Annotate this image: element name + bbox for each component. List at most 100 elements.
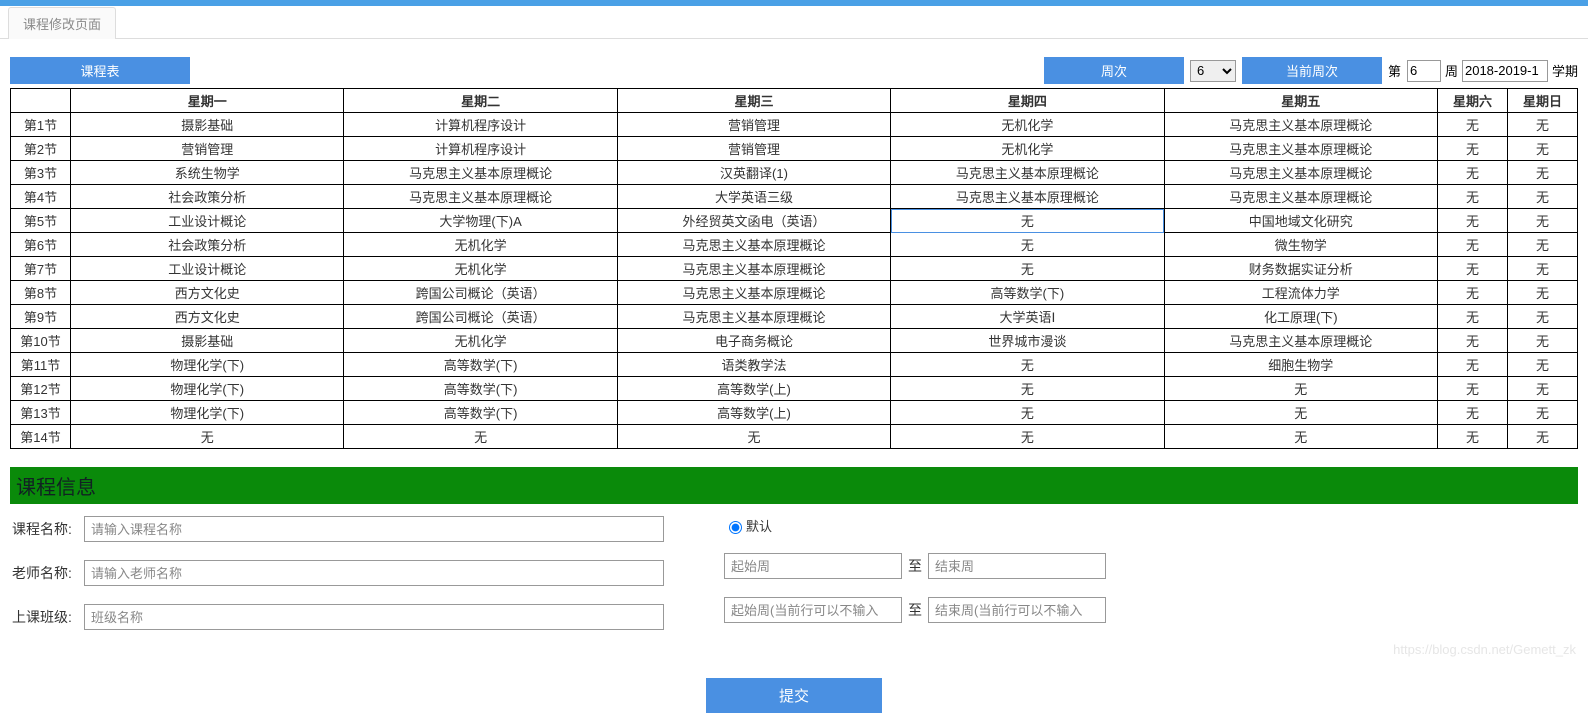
schedule-cell[interactable]: 无	[1438, 137, 1508, 161]
schedule-cell[interactable]: 马克思主义基本原理概论	[617, 233, 890, 257]
submit-button[interactable]: 提交	[706, 678, 882, 713]
schedule-cell[interactable]: 无	[1508, 401, 1578, 425]
schedule-cell[interactable]: 跨国公司概论（英语）	[344, 305, 617, 329]
schedule-cell[interactable]: 摄影基础	[71, 329, 344, 353]
semester-input[interactable]	[1462, 60, 1548, 82]
schedule-cell[interactable]: 无	[1438, 257, 1508, 281]
class-name-input[interactable]	[84, 604, 664, 630]
default-radio[interactable]	[729, 521, 742, 534]
schedule-cell[interactable]: 马克思主义基本原理概论	[1164, 329, 1437, 353]
schedule-cell[interactable]: 无	[1508, 137, 1578, 161]
schedule-cell[interactable]: 跨国公司概论（英语）	[344, 281, 617, 305]
teacher-name-input[interactable]	[84, 560, 664, 586]
schedule-cell[interactable]: 无	[891, 257, 1164, 281]
schedule-cell[interactable]: 高等数学(上)	[617, 401, 890, 425]
schedule-cell[interactable]: 摄影基础	[71, 113, 344, 137]
schedule-cell[interactable]: 汉英翻译(1)	[617, 161, 890, 185]
schedule-cell[interactable]: 无	[1508, 329, 1578, 353]
current-week-input[interactable]	[1407, 60, 1441, 82]
schedule-cell[interactable]: 语类教学法	[617, 353, 890, 377]
schedule-cell[interactable]: 中国地域文化研究	[1164, 209, 1437, 233]
schedule-cell[interactable]: 马克思主义基本原理概论	[617, 281, 890, 305]
schedule-cell[interactable]: 无	[1438, 233, 1508, 257]
schedule-cell[interactable]: 无	[1438, 305, 1508, 329]
schedule-cell[interactable]: 社会政策分析	[71, 185, 344, 209]
schedule-cell[interactable]: 无	[1164, 425, 1437, 449]
schedule-cell[interactable]: 无机化学	[344, 233, 617, 257]
schedule-cell[interactable]: 系统生物学	[71, 161, 344, 185]
schedule-cell[interactable]: 马克思主义基本原理概论	[1164, 137, 1437, 161]
schedule-cell[interactable]: 大学英语三级	[617, 185, 890, 209]
schedule-cell[interactable]: 无	[1508, 209, 1578, 233]
schedule-cell[interactable]: 世界城市漫谈	[891, 329, 1164, 353]
schedule-cell[interactable]: 营销管理	[617, 137, 890, 161]
schedule-cell[interactable]: 营销管理	[617, 113, 890, 137]
schedule-cell[interactable]: 工业设计概论	[71, 257, 344, 281]
schedule-cell[interactable]: 物理化学(下)	[71, 377, 344, 401]
course-name-input[interactable]	[84, 516, 664, 542]
schedule-cell[interactable]: 马克思主义基本原理概论	[891, 185, 1164, 209]
schedule-cell[interactable]: 无	[1508, 257, 1578, 281]
schedule-cell[interactable]: 无	[1508, 305, 1578, 329]
schedule-cell[interactable]: 高等数学(下)	[344, 401, 617, 425]
schedule-cell[interactable]: 无	[1164, 401, 1437, 425]
schedule-cell[interactable]: 无机化学	[344, 329, 617, 353]
schedule-cell[interactable]: 工程流体力学	[1164, 281, 1437, 305]
schedule-cell[interactable]: 马克思主义基本原理概论	[1164, 161, 1437, 185]
schedule-cell[interactable]: 无	[1438, 329, 1508, 353]
schedule-cell[interactable]: 无	[71, 425, 344, 449]
week-button[interactable]: 周次	[1044, 57, 1184, 84]
schedule-cell[interactable]: 计算机程序设计	[344, 113, 617, 137]
schedule-cell[interactable]: 无	[1438, 401, 1508, 425]
schedule-cell[interactable]: 无	[891, 377, 1164, 401]
timetable-button[interactable]: 课程表	[10, 57, 190, 84]
schedule-cell[interactable]: 细胞生物学	[1164, 353, 1437, 377]
schedule-cell[interactable]: 马克思主义基本原理概论	[891, 161, 1164, 185]
schedule-cell[interactable]: 高等数学(下)	[891, 281, 1164, 305]
schedule-cell[interactable]: 马克思主义基本原理概论	[617, 257, 890, 281]
schedule-cell[interactable]: 无	[344, 425, 617, 449]
current-week-button[interactable]: 当前周次	[1242, 57, 1382, 84]
schedule-cell[interactable]: 无	[1438, 377, 1508, 401]
schedule-cell[interactable]: 无	[1438, 209, 1508, 233]
schedule-cell[interactable]: 马克思主义基本原理概论	[344, 161, 617, 185]
schedule-cell[interactable]: 无	[1164, 377, 1437, 401]
schedule-cell[interactable]: 无	[891, 353, 1164, 377]
schedule-cell[interactable]: 无	[1508, 185, 1578, 209]
schedule-cell[interactable]: 高等数学(上)	[617, 377, 890, 401]
schedule-cell[interactable]: 营销管理	[71, 137, 344, 161]
schedule-cell[interactable]: 大学物理(下)A	[344, 209, 617, 233]
week-select[interactable]: 6	[1190, 60, 1236, 82]
schedule-cell[interactable]: 无	[1438, 161, 1508, 185]
schedule-cell[interactable]: 大学英语Ⅰ	[891, 305, 1164, 329]
schedule-cell[interactable]: 物理化学(下)	[71, 353, 344, 377]
schedule-cell[interactable]: 无机化学	[891, 113, 1164, 137]
schedule-cell[interactable]: 西方文化史	[71, 281, 344, 305]
schedule-cell[interactable]: 无	[1438, 425, 1508, 449]
schedule-cell[interactable]: 无	[891, 425, 1164, 449]
schedule-cell[interactable]: 无	[891, 401, 1164, 425]
schedule-cell[interactable]: 无	[1438, 185, 1508, 209]
schedule-cell[interactable]: 化工原理(下)	[1164, 305, 1437, 329]
end-week-2-input[interactable]	[928, 597, 1106, 623]
schedule-cell[interactable]: 马克思主义基本原理概论	[344, 185, 617, 209]
schedule-cell[interactable]: 无	[1508, 113, 1578, 137]
schedule-cell[interactable]: 外经贸英文函电（英语）	[617, 209, 890, 233]
schedule-cell[interactable]: 计算机程序设计	[344, 137, 617, 161]
schedule-cell[interactable]: 电子商务概论	[617, 329, 890, 353]
schedule-cell[interactable]: 无	[1508, 281, 1578, 305]
schedule-cell[interactable]: 马克思主义基本原理概论	[1164, 185, 1437, 209]
schedule-cell[interactable]: 高等数学(下)	[344, 353, 617, 377]
schedule-cell[interactable]: 无	[1438, 113, 1508, 137]
start-week-2-input[interactable]	[724, 597, 902, 623]
schedule-cell[interactable]: 无	[1438, 281, 1508, 305]
schedule-cell[interactable]: 社会政策分析	[71, 233, 344, 257]
schedule-cell[interactable]: 高等数学(下)	[344, 377, 617, 401]
schedule-cell[interactable]: 西方文化史	[71, 305, 344, 329]
schedule-cell[interactable]: 马克思主义基本原理概论	[617, 305, 890, 329]
schedule-cell[interactable]: 物理化学(下)	[71, 401, 344, 425]
tab-course-edit[interactable]: 课程修改页面	[8, 7, 116, 39]
schedule-cell[interactable]: 无	[891, 233, 1164, 257]
schedule-cell[interactable]: 无机化学	[891, 137, 1164, 161]
schedule-cell[interactable]: 无	[1508, 233, 1578, 257]
